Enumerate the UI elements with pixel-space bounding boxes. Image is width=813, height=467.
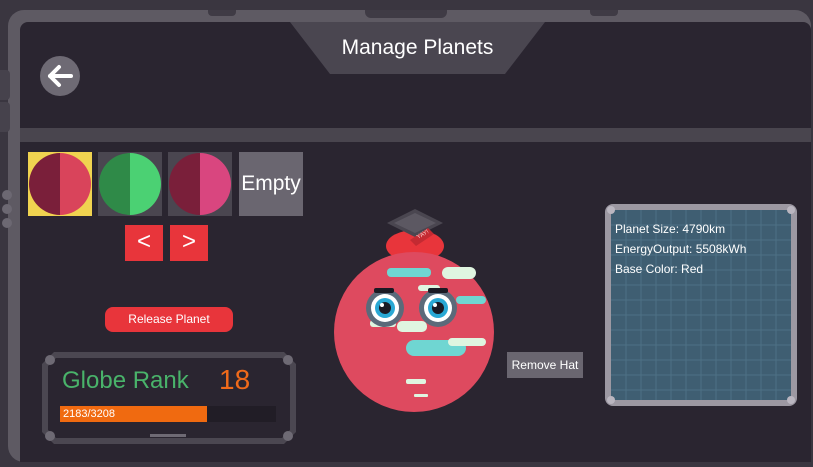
frame-knob: [2, 218, 12, 228]
frame-knob: [2, 190, 12, 200]
empty-slot[interactable]: Empty: [239, 152, 303, 216]
rank-label: Globe Rank: [62, 367, 189, 394]
rank-value: 18: [219, 364, 251, 395]
frame-knob: [2, 204, 12, 214]
planet-slot-3[interactable]: [168, 152, 232, 216]
planet-slot-1[interactable]: [28, 152, 92, 216]
header-divider: [20, 128, 811, 142]
arrow-left-icon: [48, 65, 73, 87]
energy-output-stat: EnergyOutput: 5508kWh: [615, 242, 747, 256]
back-button[interactable]: [40, 56, 80, 96]
xp-progress-text: 2183/3208: [63, 408, 115, 420]
title-banner: [290, 22, 545, 74]
previous-button[interactable]: <: [125, 225, 163, 261]
page-title: Manage Planets: [341, 36, 494, 59]
planet-thumbnail: [29, 153, 91, 215]
planet-size-stat: Planet Size: 4790km: [615, 222, 726, 236]
base-color-stat: Base Color: Red: [615, 262, 704, 276]
next-button[interactable]: >: [170, 225, 208, 261]
remove-hat-button[interactable]: Remove Hat: [507, 352, 583, 378]
planet-thumbnail: [99, 153, 161, 215]
xp-progress-bar: 2183/3208: [60, 406, 276, 422]
planet-avatar: YAY!: [334, 209, 494, 412]
planet-thumbnail: [169, 153, 231, 215]
release-planet-button[interactable]: Release Planet: [105, 307, 233, 332]
planet-slot-2[interactable]: [98, 152, 162, 216]
rank-panel: [42, 352, 296, 444]
